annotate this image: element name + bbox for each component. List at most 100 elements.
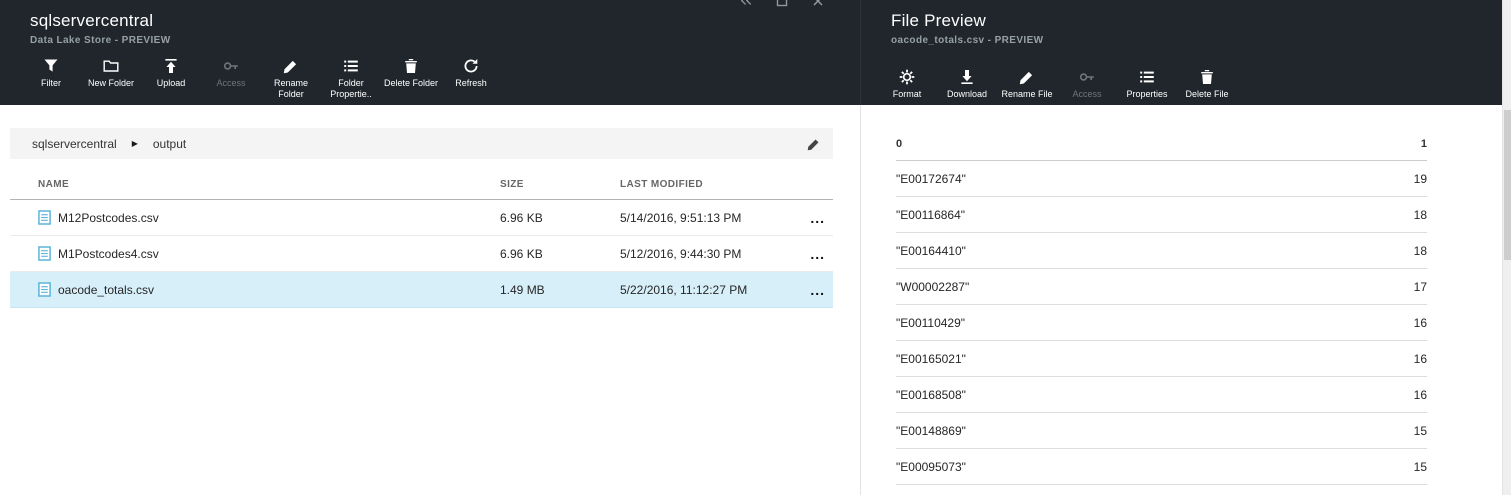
preview-row: "W00002287"17 bbox=[896, 269, 1427, 305]
column-0: 0 bbox=[896, 138, 902, 150]
file-name: M12Postcodes.csv bbox=[58, 211, 500, 225]
row-menu-button[interactable]: ... bbox=[790, 246, 833, 262]
blade-controls bbox=[740, 0, 824, 8]
blade-header: sqlservercentral Data Lake Store - PREVI… bbox=[0, 0, 860, 105]
file-icon bbox=[38, 282, 58, 297]
file-table-header: NAME SIZE LAST MODIFIED bbox=[10, 179, 833, 200]
upload-label: Upload bbox=[157, 78, 186, 89]
format-label: Format bbox=[893, 89, 922, 100]
gear-icon bbox=[899, 69, 915, 85]
blade-subtitle: oacode_totals.csv - PREVIEW bbox=[891, 35, 1511, 46]
download-label: Download bbox=[947, 89, 987, 100]
new-folder-icon bbox=[103, 58, 119, 74]
delete-folder-button[interactable]: Delete Folder bbox=[381, 58, 441, 101]
filter-label: Filter bbox=[41, 78, 61, 89]
cell-count: 15 bbox=[1414, 424, 1427, 438]
delete-file-button[interactable]: Delete File bbox=[1177, 69, 1237, 100]
access-label: Access bbox=[216, 78, 245, 89]
vertical-scrollbar[interactable] bbox=[1502, 0, 1511, 495]
cell-count: 18 bbox=[1414, 208, 1427, 222]
column-modified: LAST MODIFIED bbox=[620, 179, 790, 190]
key-icon bbox=[1079, 69, 1095, 85]
cell-count: 18 bbox=[1414, 244, 1427, 258]
upload-icon bbox=[163, 58, 179, 74]
table-row-selected[interactable]: oacode_totals.csv 1.49 MB 5/22/2016, 11:… bbox=[10, 272, 833, 308]
file-modified: 5/14/2016, 9:51:13 PM bbox=[620, 211, 790, 225]
file-icon bbox=[38, 210, 58, 225]
filter-button[interactable]: Filter bbox=[21, 58, 81, 101]
maximize-blade-icon[interactable] bbox=[776, 0, 788, 8]
file-name: oacode_totals.csv bbox=[58, 283, 500, 297]
blade-header: File Preview oacode_totals.csv - PREVIEW… bbox=[860, 0, 1511, 105]
file-table: NAME SIZE LAST MODIFIED M12Postcodes.csv… bbox=[10, 179, 833, 308]
cell-count: 16 bbox=[1414, 316, 1427, 330]
column-size: SIZE bbox=[500, 179, 620, 190]
edit-path-icon[interactable] bbox=[807, 137, 821, 151]
azure-portal-blades: sqlservercentral Data Lake Store - PREVI… bbox=[0, 0, 1511, 495]
scrollbar-thumb[interactable] bbox=[1504, 110, 1511, 260]
preview-row: "E00116864"18 bbox=[896, 197, 1427, 233]
delete-file-label: Delete File bbox=[1185, 89, 1228, 100]
format-button[interactable]: Format bbox=[877, 69, 937, 100]
preview-row: "E00168508"16 bbox=[896, 377, 1427, 413]
blade-subtitle: Data Lake Store - PREVIEW bbox=[30, 35, 860, 46]
new-folder-label: New Folder bbox=[88, 78, 134, 89]
row-menu-button[interactable]: ... bbox=[790, 282, 833, 298]
cell-count: 15 bbox=[1414, 460, 1427, 474]
preview-row: "E00095073" 15 bbox=[896, 449, 1427, 485]
rename-folder-button[interactable]: Rename Folder bbox=[261, 58, 321, 101]
key-icon bbox=[223, 58, 239, 74]
cell-code: "E00165021" bbox=[896, 352, 966, 366]
refresh-button[interactable]: Refresh bbox=[441, 58, 501, 101]
new-folder-button[interactable]: New Folder bbox=[81, 58, 141, 101]
preview-row: "E00165021" 16 bbox=[896, 341, 1427, 377]
breadcrumb-root[interactable]: sqlservercentral bbox=[32, 137, 117, 151]
breadcrumb: sqlservercentral ▶ output bbox=[10, 128, 833, 159]
file-modified: 5/12/2016, 9:44:30 PM bbox=[620, 247, 790, 261]
breadcrumb-current[interactable]: output bbox=[153, 137, 186, 151]
trash-icon bbox=[1199, 69, 1215, 85]
cell-code: "E00095073" bbox=[896, 460, 966, 474]
pencil-icon bbox=[283, 58, 299, 74]
cell-count: 19 bbox=[1414, 172, 1427, 186]
blade-data-lake-store: sqlservercentral Data Lake Store - PREVI… bbox=[0, 0, 860, 495]
right-toolbar: Format Download Rename File Access Prope… bbox=[877, 69, 1237, 100]
list-icon bbox=[1139, 69, 1155, 85]
blade-file-preview: File Preview oacode_totals.csv - PREVIEW… bbox=[860, 0, 1511, 495]
folder-properties-button[interactable]: Folder Propertie.. bbox=[321, 58, 381, 101]
delete-folder-label: Delete Folder bbox=[384, 78, 438, 89]
blade-title: sqlservercentral bbox=[30, 11, 860, 31]
cell-code: "E00172674" bbox=[896, 172, 966, 186]
column-1: 1 bbox=[1421, 138, 1427, 150]
trash-icon bbox=[403, 58, 419, 74]
rename-file-button[interactable]: Rename File bbox=[997, 69, 1057, 100]
properties-button[interactable]: Properties bbox=[1117, 69, 1177, 100]
file-name: M1Postcodes4.csv bbox=[58, 247, 500, 261]
cell-code: "E00148869" bbox=[896, 424, 966, 438]
table-row[interactable]: M1Postcodes4.csv 6.96 KB 5/12/2016, 9:44… bbox=[10, 236, 833, 272]
table-row[interactable]: M12Postcodes.csv 6.96 KB 5/14/2016, 9:51… bbox=[10, 200, 833, 236]
breadcrumb-chevron-icon: ▶ bbox=[132, 139, 138, 148]
cell-count: 16 bbox=[1414, 388, 1427, 402]
upload-button[interactable]: Upload bbox=[141, 58, 201, 101]
collapse-blade-icon[interactable] bbox=[740, 0, 752, 8]
blade-title: File Preview bbox=[891, 11, 1511, 31]
row-menu-button[interactable]: ... bbox=[790, 210, 833, 226]
cell-count: 16 bbox=[1414, 352, 1427, 366]
left-toolbar: Filter New Folder Upload Access Rename F… bbox=[21, 58, 501, 101]
download-button[interactable]: Download bbox=[937, 69, 997, 100]
cell-code: "W00002287" bbox=[896, 280, 969, 294]
file-preview-view: 0 1 "E00172674"19 "E00116864"18 "E001644… bbox=[860, 105, 1511, 495]
pencil-icon bbox=[1019, 69, 1035, 85]
preview-row: "E00172674" 19 bbox=[896, 161, 1427, 197]
access-button[interactable]: Access bbox=[201, 58, 261, 101]
file-size: 6.96 KB bbox=[500, 247, 620, 261]
file-modified: 5/22/2016, 11:12:27 PM bbox=[620, 283, 790, 297]
download-icon bbox=[959, 69, 975, 85]
refresh-label: Refresh bbox=[455, 78, 487, 89]
close-blade-icon[interactable] bbox=[812, 0, 824, 8]
file-size: 1.49 MB bbox=[500, 283, 620, 297]
access-button[interactable]: Access bbox=[1057, 69, 1117, 100]
preview-row: "E00148869" 15 bbox=[896, 413, 1427, 449]
properties-label: Properties bbox=[1126, 89, 1167, 100]
